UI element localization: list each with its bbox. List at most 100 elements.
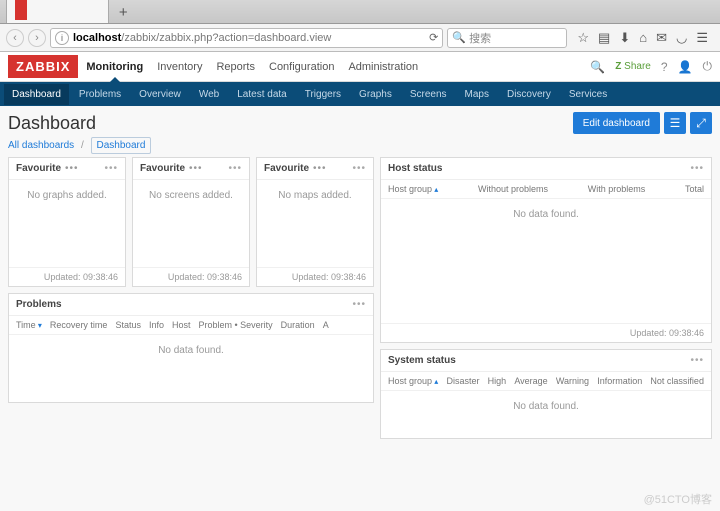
widget-problems: Problems ••• Time Recovery time Status In… — [8, 293, 374, 403]
col-ack[interactable]: A — [323, 320, 329, 330]
col-warning[interactable]: Warning — [556, 376, 589, 386]
col-right: Host status••• Host group Without proble… — [380, 157, 712, 439]
widget-footer: Updated: 09:38:46 — [133, 267, 249, 286]
home-icon[interactable]: ⌂ — [639, 30, 647, 46]
url-bar[interactable]: i localhost /zabbix/zabbix.php?action=da… — [50, 28, 443, 48]
bookmark-icon[interactable]: ☆ — [577, 30, 589, 46]
col-total[interactable]: Total — [685, 184, 704, 194]
col-host[interactable]: Host — [172, 320, 191, 330]
title-row: Dashboard Edit dashboard ☰ ⤢ — [8, 112, 712, 134]
subnav-maps[interactable]: Maps — [457, 84, 497, 105]
col-problem-severity[interactable]: Problem • Severity — [198, 320, 272, 330]
dashboard-grid: Favourite ••• ••• No graphs added. Updated… — [8, 157, 712, 439]
subnav-latest-data[interactable]: Latest data — [229, 84, 294, 105]
app-header: ZABBIX Monitoring Inventory Reports Conf… — [0, 52, 720, 82]
breadcrumb: All dashboards / Dashboard — [8, 140, 712, 151]
browser-tab[interactable]: Z Dashboard × — [6, 0, 109, 23]
sysstatus-columns: Host group Disaster High Average Warning… — [381, 372, 711, 391]
subnav-graphs[interactable]: Graphs — [351, 84, 400, 105]
subnav-services[interactable]: Services — [561, 84, 615, 105]
subnav-dashboard[interactable]: Dashboard — [4, 84, 69, 105]
search-icon[interactable]: 🔍 — [590, 60, 605, 74]
widget-fav-graphs: Favourite•••••• No graphs added. Updated… — [8, 157, 126, 287]
widget-menu-icon[interactable]: ••• — [104, 163, 118, 174]
share-link[interactable]: Z Share — [615, 61, 651, 72]
mail-icon[interactable]: ✉ — [656, 30, 667, 46]
crumb-root[interactable]: All dashboards — [8, 140, 74, 151]
widget-menu-icon[interactable]: ••• — [352, 163, 366, 174]
new-tab-button[interactable]: + — [111, 2, 136, 23]
dots-icon[interactable]: ••• — [313, 163, 327, 174]
col-without[interactable]: Without problems — [478, 184, 548, 194]
col-status[interactable]: Status — [115, 320, 141, 330]
widget-title: Favourite — [140, 163, 185, 174]
user-icon[interactable]: 👤 — [678, 60, 693, 74]
library-icon[interactable]: ▤ — [598, 30, 610, 46]
widget-title: Favourite — [264, 163, 309, 174]
page: Dashboard Edit dashboard ☰ ⤢ All dashboa… — [0, 106, 720, 445]
logo[interactable]: ZABBIX — [8, 55, 78, 78]
col-high[interactable]: High — [488, 376, 507, 386]
col-notclassified[interactable]: Not classified — [650, 376, 704, 386]
col-time[interactable]: Time — [16, 320, 42, 330]
widget-menu-icon[interactable]: ••• — [352, 299, 366, 310]
col-average[interactable]: Average — [514, 376, 547, 386]
col-left: Favourite ••• ••• No graphs added. Updated… — [8, 157, 374, 439]
widget-footer: Updated: 09:38:46 — [9, 267, 125, 286]
col-hostgroup[interactable]: Host group — [388, 184, 438, 194]
subnav-triggers[interactable]: Triggers — [297, 84, 349, 105]
list-view-button[interactable]: ☰ — [664, 112, 686, 134]
widget-menu-icon[interactable]: ••• — [690, 355, 704, 366]
col-information[interactable]: Information — [597, 376, 642, 386]
nav-configuration[interactable]: Configuration — [269, 53, 334, 81]
back-button[interactable]: ‹ — [6, 29, 24, 47]
nav-monitoring[interactable]: Monitoring — [86, 53, 143, 81]
subnav-screens[interactable]: Screens — [402, 84, 455, 105]
dots-icon[interactable]: ••• — [189, 163, 203, 174]
widget-host-status: Host status••• Host group Without proble… — [380, 157, 712, 343]
nav-administration[interactable]: Administration — [348, 53, 418, 81]
dots-icon[interactable]: ••• — [65, 163, 79, 174]
widget-menu-icon[interactable]: ••• — [690, 163, 704, 174]
logout-icon[interactable]: ⏻ — [703, 59, 713, 74]
crumb-current[interactable]: Dashboard — [91, 137, 152, 154]
col-hostgroup[interactable]: Host group — [388, 376, 438, 386]
subnav-web[interactable]: Web — [191, 84, 227, 105]
widget-fav-screens: Favourite ••• ••• No screens added. Update… — [132, 157, 250, 287]
browser-search[interactable]: 🔍 搜索 — [447, 28, 567, 48]
main-nav: Monitoring Inventory Reports Configurati… — [86, 53, 418, 81]
widget-empty: No graphs added. — [9, 180, 125, 267]
widget-menu-icon[interactable]: ••• — [228, 163, 242, 174]
subnav-problems[interactable]: Problems — [71, 84, 129, 105]
help-icon[interactable]: ? — [661, 60, 668, 74]
widget-system-status: System status••• Host group Disaster Hig… — [380, 349, 712, 439]
pocket-icon[interactable]: ◡ — [676, 30, 687, 46]
widget-title: Problems — [16, 299, 62, 310]
page-title: Dashboard — [8, 113, 96, 134]
col-info[interactable]: Info — [149, 320, 164, 330]
col-duration[interactable]: Duration — [281, 320, 315, 330]
nav-reports[interactable]: Reports — [216, 53, 255, 81]
widget-empty: No screens added. — [133, 180, 249, 267]
nav-inventory[interactable]: Inventory — [157, 53, 202, 81]
header-actions: 🔍 Z Share ? 👤 ⏻ — [590, 59, 712, 74]
col-disaster[interactable]: Disaster — [446, 376, 479, 386]
downloads-icon[interactable]: ⬇ — [619, 30, 630, 46]
edit-dashboard-button[interactable]: Edit dashboard — [573, 112, 660, 134]
subnav-discovery[interactable]: Discovery — [499, 84, 559, 105]
problems-empty: No data found. — [9, 335, 373, 402]
url-path: /zabbix/zabbix.php?action=dashboard.view — [121, 32, 331, 44]
url-domain: localhost — [73, 32, 121, 44]
fullscreen-button[interactable]: ⤢ — [690, 112, 712, 134]
menu-icon[interactable]: ☰ — [696, 30, 708, 46]
widget-fav-maps: Favourite•••••• No maps added. Updated: … — [256, 157, 374, 287]
search-icon: 🔍 — [452, 31, 466, 44]
forward-button[interactable]: › — [28, 29, 46, 47]
reload-icon[interactable]: ⟳ — [429, 31, 438, 44]
crumb-sep: / — [81, 140, 84, 151]
col-with[interactable]: With problems — [588, 184, 646, 194]
sysstatus-empty: No data found. — [381, 391, 711, 438]
subnav-overview[interactable]: Overview — [131, 84, 189, 105]
col-recovery[interactable]: Recovery time — [50, 320, 108, 330]
info-icon[interactable]: i — [55, 31, 69, 45]
